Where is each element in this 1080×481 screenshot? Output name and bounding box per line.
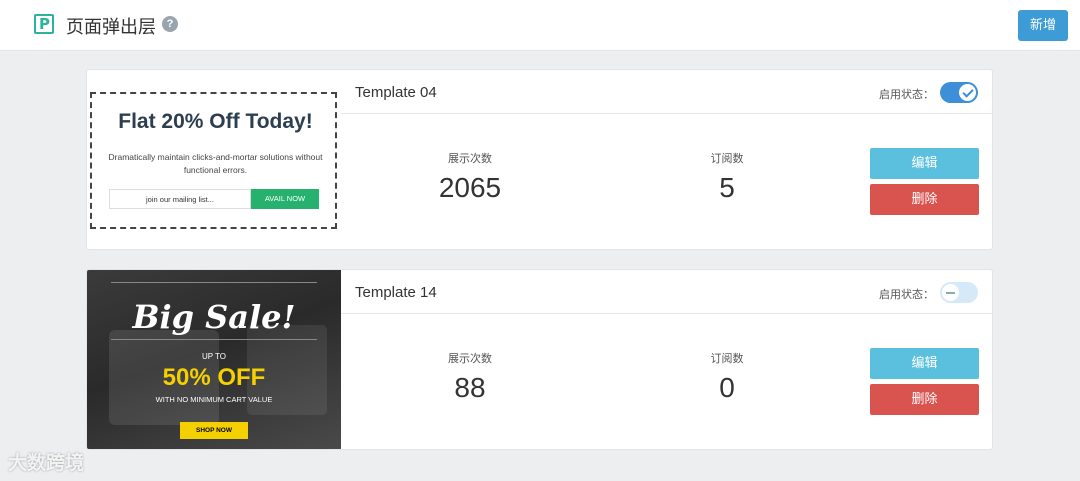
subscriptions-stat: 订阅数 5	[647, 150, 807, 204]
watermark: 大数跨境	[8, 452, 85, 474]
status-label: 启用状态：	[879, 288, 934, 301]
status-label: 启用状态：	[879, 88, 934, 101]
delete-button[interactable]: 删除	[870, 384, 979, 415]
subscriptions-label: 订阅数	[710, 352, 744, 365]
preview-cta-button: SHOP NOW	[180, 422, 248, 439]
preview-discount: 50% OFF	[162, 364, 266, 391]
subscriptions-stat: 订阅数 0	[647, 350, 807, 404]
delete-button[interactable]: 删除	[870, 184, 979, 215]
minus-icon	[942, 284, 959, 301]
check-icon	[959, 84, 976, 101]
subscriptions-count: 5	[719, 172, 735, 203]
template-preview[interactable]: Big Sale! UP TO 50% OFF WITH NO MINIMUM …	[87, 270, 341, 449]
preview-body-text: Dramatically maintain clicks-and-mortar …	[108, 152, 323, 175]
edit-button[interactable]: 编辑	[870, 348, 979, 379]
views-label: 展示次数	[448, 152, 492, 165]
views-stat: 展示次数 88	[390, 350, 550, 404]
preview-upto-text: UP TO	[201, 352, 226, 361]
preview-headline: Big Sale!	[132, 298, 296, 336]
views-stat: 展示次数 2065	[390, 150, 550, 204]
page-title: 页面弹出层	[66, 17, 156, 38]
views-count: 88	[454, 372, 486, 403]
divider	[111, 339, 317, 340]
divider	[111, 282, 317, 283]
template-card: Big Sale! UP TO 50% OFF WITH NO MINIMUM …	[86, 269, 993, 450]
subscriptions-count: 0	[719, 372, 735, 403]
template-preview[interactable]: Flat 20% Off Today! Dramatically maintai…	[87, 70, 341, 249]
card-header: Template 14 启用状态：	[341, 270, 992, 314]
preview-frame: Flat 20% Off Today! Dramatically maintai…	[90, 92, 337, 229]
app-logo-icon	[34, 14, 54, 34]
preview-email-field: join our mailing list...	[109, 189, 251, 209]
top-bar: 页面弹出层 ? 新增	[0, 0, 1080, 51]
template-card: Flat 20% Off Today! Dramatically maintai…	[86, 69, 993, 250]
template-name: Template 14	[355, 284, 437, 301]
preview-subline: WITH NO MINIMUM CART VALUE	[155, 395, 273, 404]
views-label: 展示次数	[448, 352, 492, 365]
status-toggle[interactable]	[940, 82, 978, 103]
help-icon[interactable]: ?	[162, 16, 178, 32]
preview-headline: Flat 20% Off Today!	[118, 110, 313, 133]
edit-button[interactable]: 编辑	[870, 148, 979, 179]
preview-cta-button: AVAIL NOW	[251, 189, 319, 209]
subscriptions-label: 订阅数	[710, 152, 744, 165]
card-header: Template 04 启用状态：	[341, 70, 992, 114]
views-count: 2065	[438, 172, 502, 203]
add-button[interactable]: 新增	[1018, 10, 1068, 41]
template-name: Template 04	[355, 84, 437, 101]
status-toggle[interactable]	[940, 282, 978, 303]
